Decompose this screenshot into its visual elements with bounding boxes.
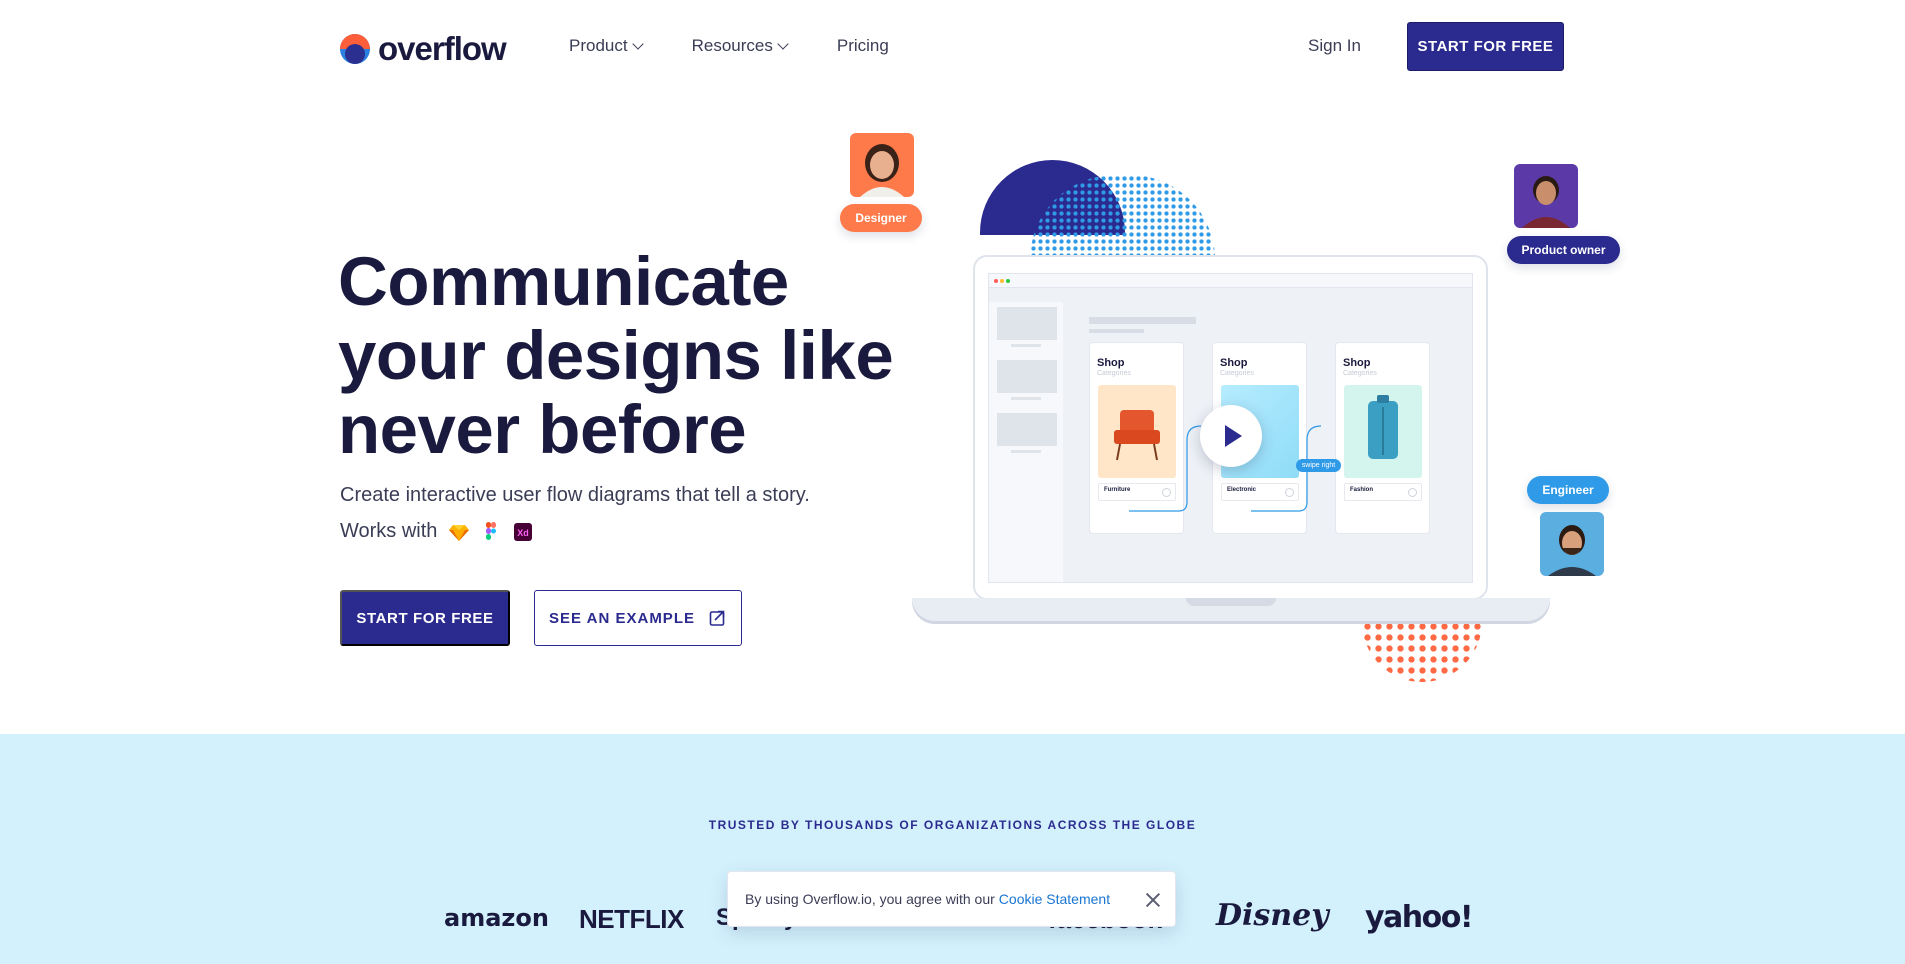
- hero-subtitle: Create interactive user flow diagrams th…: [340, 484, 810, 506]
- yahoo-logo: yahoo!: [1365, 900, 1474, 935]
- nav-pricing-label: Pricing: [836, 36, 889, 55]
- amazon-logo: amazon: [444, 904, 549, 932]
- see-example-button[interactable]: SEE AN EXAMPLE: [534, 590, 742, 646]
- nav-product-label: Product: [569, 36, 628, 55]
- play-button[interactable]: [1200, 405, 1262, 467]
- nav-links: Product Resources Pricing: [569, 36, 939, 56]
- trusted-label: TRUSTED BY THOUSANDS OF ORGANIZATIONS AC…: [708, 818, 1197, 832]
- sign-in-link[interactable]: Sign In: [1308, 36, 1361, 56]
- swipe-right-badge: swipe right: [1296, 459, 1341, 472]
- nav-pricing[interactable]: Pricing: [837, 36, 889, 56]
- logo-text: overflow: [378, 30, 507, 67]
- nav-resources-label: Resources: [691, 36, 773, 55]
- external-link-icon: [709, 610, 725, 626]
- designer-badge: Designer: [840, 204, 922, 232]
- works-with: Works with Xd: [340, 520, 533, 543]
- cookie-statement-link[interactable]: Cookie Statement: [999, 891, 1110, 907]
- nav-start-free-button[interactable]: START FOR FREE: [1407, 22, 1564, 71]
- close-icon[interactable]: [1144, 891, 1162, 909]
- figma-icon: [486, 521, 497, 540]
- see-example-label: SEE AN EXAMPLE: [549, 609, 695, 627]
- engineer-avatar: [1540, 512, 1604, 576]
- logo[interactable]: overflow: [340, 30, 507, 68]
- top-nav: overflow Product Resources Pricing Sign …: [0, 0, 1905, 92]
- designer-avatar: [850, 133, 914, 197]
- disney-logo: Disney: [1216, 898, 1329, 933]
- product-owner-avatar: [1514, 164, 1578, 228]
- netflix-logo: NETFLIX: [579, 904, 684, 934]
- laptop-notch: [1186, 598, 1276, 606]
- start-free-button[interactable]: START FOR FREE: [340, 590, 510, 646]
- cookie-banner: By using Overflow.io, you agree with our…: [727, 871, 1176, 927]
- product-owner-badge: Product owner: [1507, 236, 1620, 264]
- nav-product[interactable]: Product: [569, 36, 644, 56]
- sketch-icon: [449, 524, 470, 541]
- chevron-down-icon: [777, 37, 789, 50]
- chevron-down-icon: [631, 37, 644, 50]
- logo-icon: [340, 34, 370, 64]
- works-with-label: Works with: [340, 520, 438, 542]
- hero-title: Communicate your designs like never befo…: [338, 243, 894, 468]
- adobe-xd-icon: Xd: [514, 522, 533, 541]
- adobe-xd-icon-label: Xd: [518, 528, 530, 538]
- cookie-text: By using Overflow.io, you agree with our: [745, 891, 995, 907]
- nav-resources[interactable]: Resources: [691, 36, 789, 56]
- engineer-badge: Engineer: [1527, 476, 1609, 504]
